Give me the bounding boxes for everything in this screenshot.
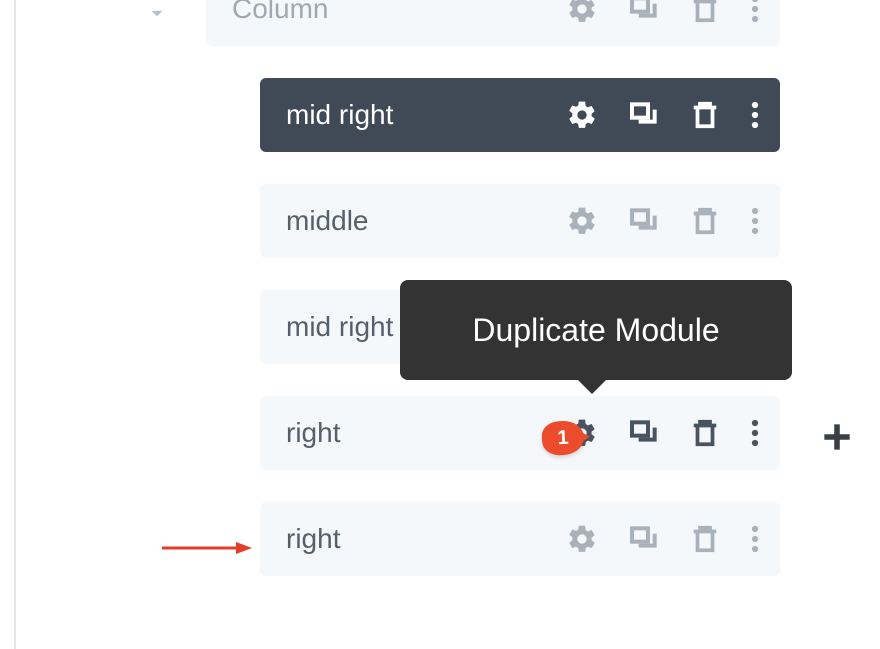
module-label: right — [286, 523, 566, 555]
module-actions — [566, 205, 760, 237]
more-icon[interactable] — [750, 0, 760, 24]
module-row-mid-right[interactable]: mid right — [260, 78, 780, 152]
trash-icon[interactable] — [690, 206, 720, 236]
duplicate-icon[interactable] — [628, 523, 660, 555]
more-icon[interactable] — [750, 100, 760, 130]
duplicate-icon[interactable] — [628, 205, 660, 237]
trash-icon[interactable] — [690, 524, 720, 554]
collapse-toggle[interactable] — [144, 0, 170, 31]
module-actions — [566, 99, 760, 131]
annotation-arrow — [162, 538, 252, 563]
trash-icon[interactable] — [690, 100, 720, 130]
trash-icon[interactable] — [690, 0, 720, 24]
duplicate-icon[interactable] — [628, 0, 660, 25]
module-row-right-2[interactable]: right — [260, 502, 780, 576]
more-icon[interactable] — [750, 418, 760, 448]
gear-icon[interactable] — [566, 0, 598, 25]
gear-icon[interactable] — [566, 99, 598, 131]
module-actions — [566, 523, 760, 555]
module-label: mid right — [286, 99, 566, 131]
more-icon[interactable] — [750, 206, 760, 236]
column-row[interactable]: Column — [206, 0, 780, 46]
module-label: middle — [286, 205, 566, 237]
module-row-middle[interactable]: middle — [260, 184, 780, 258]
tooltip-duplicate-module: Duplicate Module — [400, 280, 792, 380]
column-actions — [566, 0, 760, 25]
add-module-button[interactable] — [818, 418, 856, 461]
more-icon[interactable] — [750, 524, 760, 554]
module-actions — [566, 417, 760, 449]
trash-icon[interactable] — [690, 418, 720, 448]
annotation-number: 1 — [557, 426, 569, 450]
module-label: right — [286, 417, 566, 449]
tooltip-text: Duplicate Module — [472, 312, 719, 349]
gear-icon[interactable] — [566, 205, 598, 237]
column-label: Column — [232, 0, 566, 25]
module-row-right[interactable]: right — [260, 396, 780, 470]
gear-icon[interactable] — [566, 523, 598, 555]
duplicate-icon[interactable] — [628, 417, 660, 449]
duplicate-icon[interactable] — [628, 99, 660, 131]
